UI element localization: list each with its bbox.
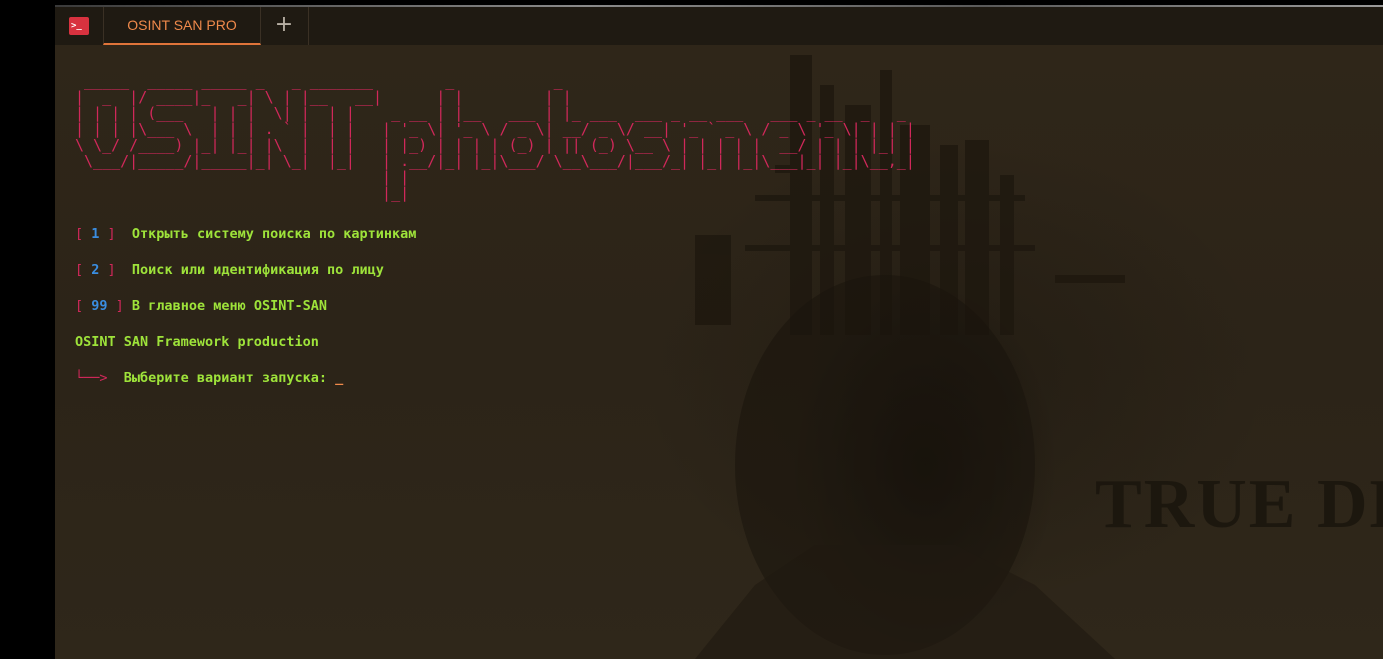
tab-bar: >_ OSINT SAN PRO + <box>55 7 1383 45</box>
ascii-banner: _____ _____ _____ _ _ _______ _ _ | _ |/… <box>75 72 915 202</box>
prompt-text: Выберите вариант запуска: <box>107 370 336 386</box>
background-watermark-text: TRUE DE <box>1095 466 1383 543</box>
launch-prompt[interactable]: └──> Выберите вариант запуска: _ <box>75 370 343 386</box>
bracket-close: ] <box>115 298 124 314</box>
bracket-open: [ <box>75 226 84 242</box>
bracket-open: [ <box>75 298 84 314</box>
bracket-close: ] <box>107 226 116 242</box>
menu-option-2: [ 2 ] Поиск или идентификация по лицу <box>75 262 384 278</box>
option-label: Открыть систему поиска по картинкам <box>115 226 417 242</box>
option-number: 1 <box>83 226 108 242</box>
terminal-app-icon[interactable]: >_ <box>69 17 89 35</box>
new-tab-button[interactable]: + <box>260 7 309 45</box>
prompt-arrow-icon: └──> <box>75 370 108 386</box>
terminal-content[interactable]: TRUE DE _____ _____ _____ _ _ _______ _ … <box>55 45 1383 659</box>
menu-option-99: [ 99 ] В главное меню OSINT-SAN <box>75 298 327 314</box>
option-label: Поиск или идентификация по лицу <box>115 262 384 278</box>
terminal-window: >_ OSINT SAN PRO + TRUE DE <box>55 5 1383 659</box>
text-cursor: _ <box>335 370 344 386</box>
option-number: 99 <box>83 298 116 314</box>
framework-footer: OSINT SAN Framework production <box>75 334 319 350</box>
option-label: В главное меню OSINT-SAN <box>123 298 327 314</box>
bracket-close: ] <box>107 262 116 278</box>
menu-option-1: [ 1 ] Открыть систему поиска по картинка… <box>75 226 416 242</box>
tab-osint-san-pro[interactable]: OSINT SAN PRO <box>103 7 261 45</box>
option-number: 2 <box>83 262 108 278</box>
bracket-open: [ <box>75 262 84 278</box>
